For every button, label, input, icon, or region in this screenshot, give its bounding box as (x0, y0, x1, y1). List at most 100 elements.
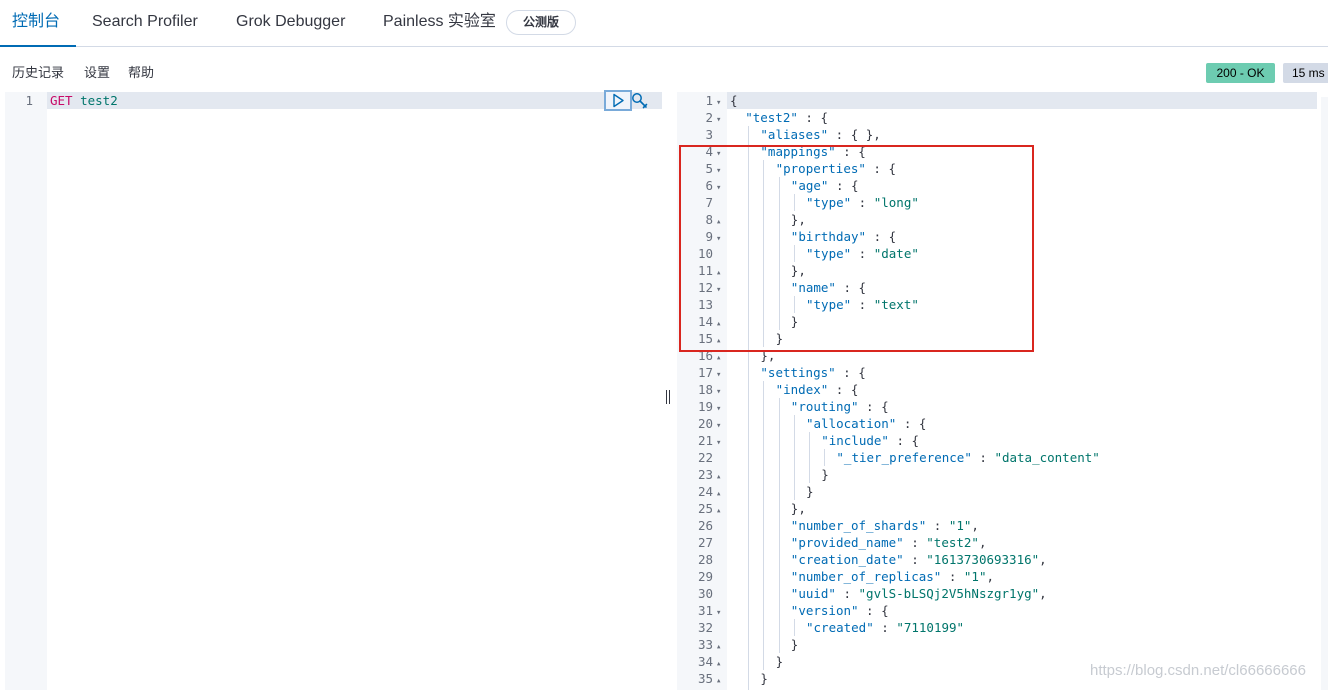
response-line-number: 16 ▴ (698, 347, 723, 364)
request-options-button[interactable] (630, 91, 650, 111)
response-line-number: 26 (697, 518, 713, 533)
response-line-number: 25 ▴ (698, 500, 723, 517)
wrench-icon (632, 93, 648, 109)
response-output[interactable]: {"test2" : {"aliases" : { }, "mappings" :… (730, 92, 1320, 690)
response-line-number: 35 ▴ (698, 670, 723, 687)
response-line-number: 10 (697, 246, 713, 261)
response-code-line: } (775, 654, 784, 669)
response-line-number: 12 ▾ (698, 279, 723, 296)
request-editor[interactable]: GET test2 (50, 92, 118, 109)
fold-close-icon[interactable]: ▴ (716, 673, 723, 690)
response-code-line: "number_of_replicas" : "1", (790, 569, 994, 584)
response-code-line: "creation_date" : "1613730693316", (790, 552, 1047, 567)
response-line-number: 17 ▾ (698, 364, 723, 381)
response-code-line: "_tier_preference" : "data_content" (836, 450, 1100, 465)
response-code-line: "properties" : { (775, 161, 897, 176)
response-line-number: 13 (697, 297, 713, 312)
help-link[interactable]: 帮助 (128, 64, 154, 82)
indent-guide (763, 160, 765, 347)
request-gutter: 1 (5, 92, 47, 690)
response-line-number: 8 ▴ (705, 211, 723, 228)
request-url: test2 (80, 93, 118, 108)
settings-link[interactable]: 设置 (84, 64, 110, 82)
response-line-number: 28 (697, 552, 713, 567)
response-line-number: 27 (697, 535, 713, 550)
response-line-number: 20 ▾ (698, 415, 723, 432)
response-code-line: "uuid" : "gvlS-bLSQj2V5hNszgr1yg", (790, 586, 1047, 601)
indent-guide (793, 415, 795, 500)
response-code-line: "test2" : { (745, 110, 828, 125)
response-scrollbar[interactable] (1321, 97, 1328, 690)
response-line-number: 23 ▴ (698, 466, 723, 483)
watermark: https://blog.csdn.net/cl66666666 (1090, 662, 1306, 679)
tab-console[interactable]: 控制台 (0, 0, 76, 47)
response-line-number: 24 ▴ (698, 483, 723, 500)
response-line-number: 29 (697, 569, 713, 584)
panel-resizer[interactable] (665, 390, 671, 406)
response-line-number: 5 ▾ (705, 160, 723, 177)
indent-guide (763, 381, 765, 670)
response-line-number: 30 (697, 586, 713, 601)
response-code-line: "created" : "7110199" (806, 620, 965, 635)
response-line-number: 15 ▴ (698, 330, 723, 347)
response-code-line: "type" : "long" (806, 195, 919, 210)
indent-guide (778, 398, 780, 653)
response-code-line: "allocation" : { (806, 416, 927, 431)
indent-guide (824, 449, 826, 466)
response-code-line: "number_of_shards" : "1", (790, 518, 979, 533)
response-line-number: 22 (697, 450, 713, 465)
response-code-line: "routing" : { (790, 399, 889, 414)
request-line-number: 1 (25, 93, 33, 108)
indent-guide (778, 177, 780, 330)
tab-bar: 控制台 Search Profiler Grok Debugger Painle… (0, 0, 1328, 47)
response-line-number: 14 ▴ (698, 313, 723, 330)
response-code-line: } (790, 314, 799, 329)
response-code-line: "provided_name" : "test2", (790, 535, 987, 550)
response-code-line: "settings" : { (760, 365, 866, 380)
response-line-number: 4 ▾ (705, 143, 723, 160)
response-line-number: 2 ▾ (705, 109, 723, 126)
indent-guide (793, 245, 795, 262)
response-code-line: "birthday" : { (790, 229, 897, 244)
response-code-line: }, (790, 501, 806, 516)
response-code-line: }, (790, 212, 806, 227)
response-line-number: 21 ▾ (698, 432, 723, 449)
response-code-line: } (790, 637, 799, 652)
response-line-number: 19 ▾ (698, 398, 723, 415)
response-line-number: 18 ▾ (698, 381, 723, 398)
response-line-number: 31 ▾ (698, 602, 723, 619)
indent-guide (793, 296, 795, 313)
response-code-line: "type" : "date" (806, 246, 919, 261)
send-request-button[interactable] (604, 90, 632, 111)
response-code-line: } (821, 467, 829, 482)
response-line-number: 9 ▾ (705, 228, 723, 245)
response-line-number: 7 (705, 195, 713, 210)
history-link[interactable]: 历史记录 (12, 64, 64, 82)
response-code-line: "index" : { (775, 382, 859, 397)
tab-grok-debugger[interactable]: Grok Debugger (236, 0, 345, 47)
response-code-line: }, (760, 348, 776, 363)
response-code-line: } (760, 671, 768, 686)
indent-guide (793, 194, 795, 211)
response-code-line: "aliases" : { }, (760, 127, 881, 142)
indent-guide (809, 432, 810, 483)
response-line-number: 33 ▴ (698, 636, 723, 653)
response-line-number: 11 ▴ (698, 262, 723, 279)
response-code-line: }, (790, 263, 806, 278)
response-code-line: } (775, 331, 784, 346)
status-badge: 200 - OK (1206, 63, 1275, 83)
play-icon (613, 93, 624, 108)
response-code-line: "include" : { (821, 433, 920, 448)
request-method: GET (50, 93, 73, 108)
request-time-badge: 15 ms (1283, 63, 1328, 83)
response-gutter: 1 ▾ 2 ▾ 3 4 ▾ 5 ▾ 6 ▾ 7 8 ▴ 9 ▾ 10 11 ▴ 12 ▾ 13 14 ▴ 15 ▴ 16 ▴ 17 ▾ 18… (677, 92, 727, 690)
response-line-number: 34 ▴ (698, 653, 723, 670)
tab-painless-lab[interactable]: Painless 实验室 (383, 0, 496, 47)
indent-guide (793, 619, 795, 636)
response-code-line: "mappings" : { (760, 144, 866, 159)
response-line-number: 6 ▾ (705, 177, 723, 194)
response-code-line: } (806, 484, 814, 499)
response-code-line: "version" : { (790, 603, 889, 618)
tab-search-profiler[interactable]: Search Profiler (92, 0, 198, 47)
response-line-number: 3 (705, 127, 713, 142)
